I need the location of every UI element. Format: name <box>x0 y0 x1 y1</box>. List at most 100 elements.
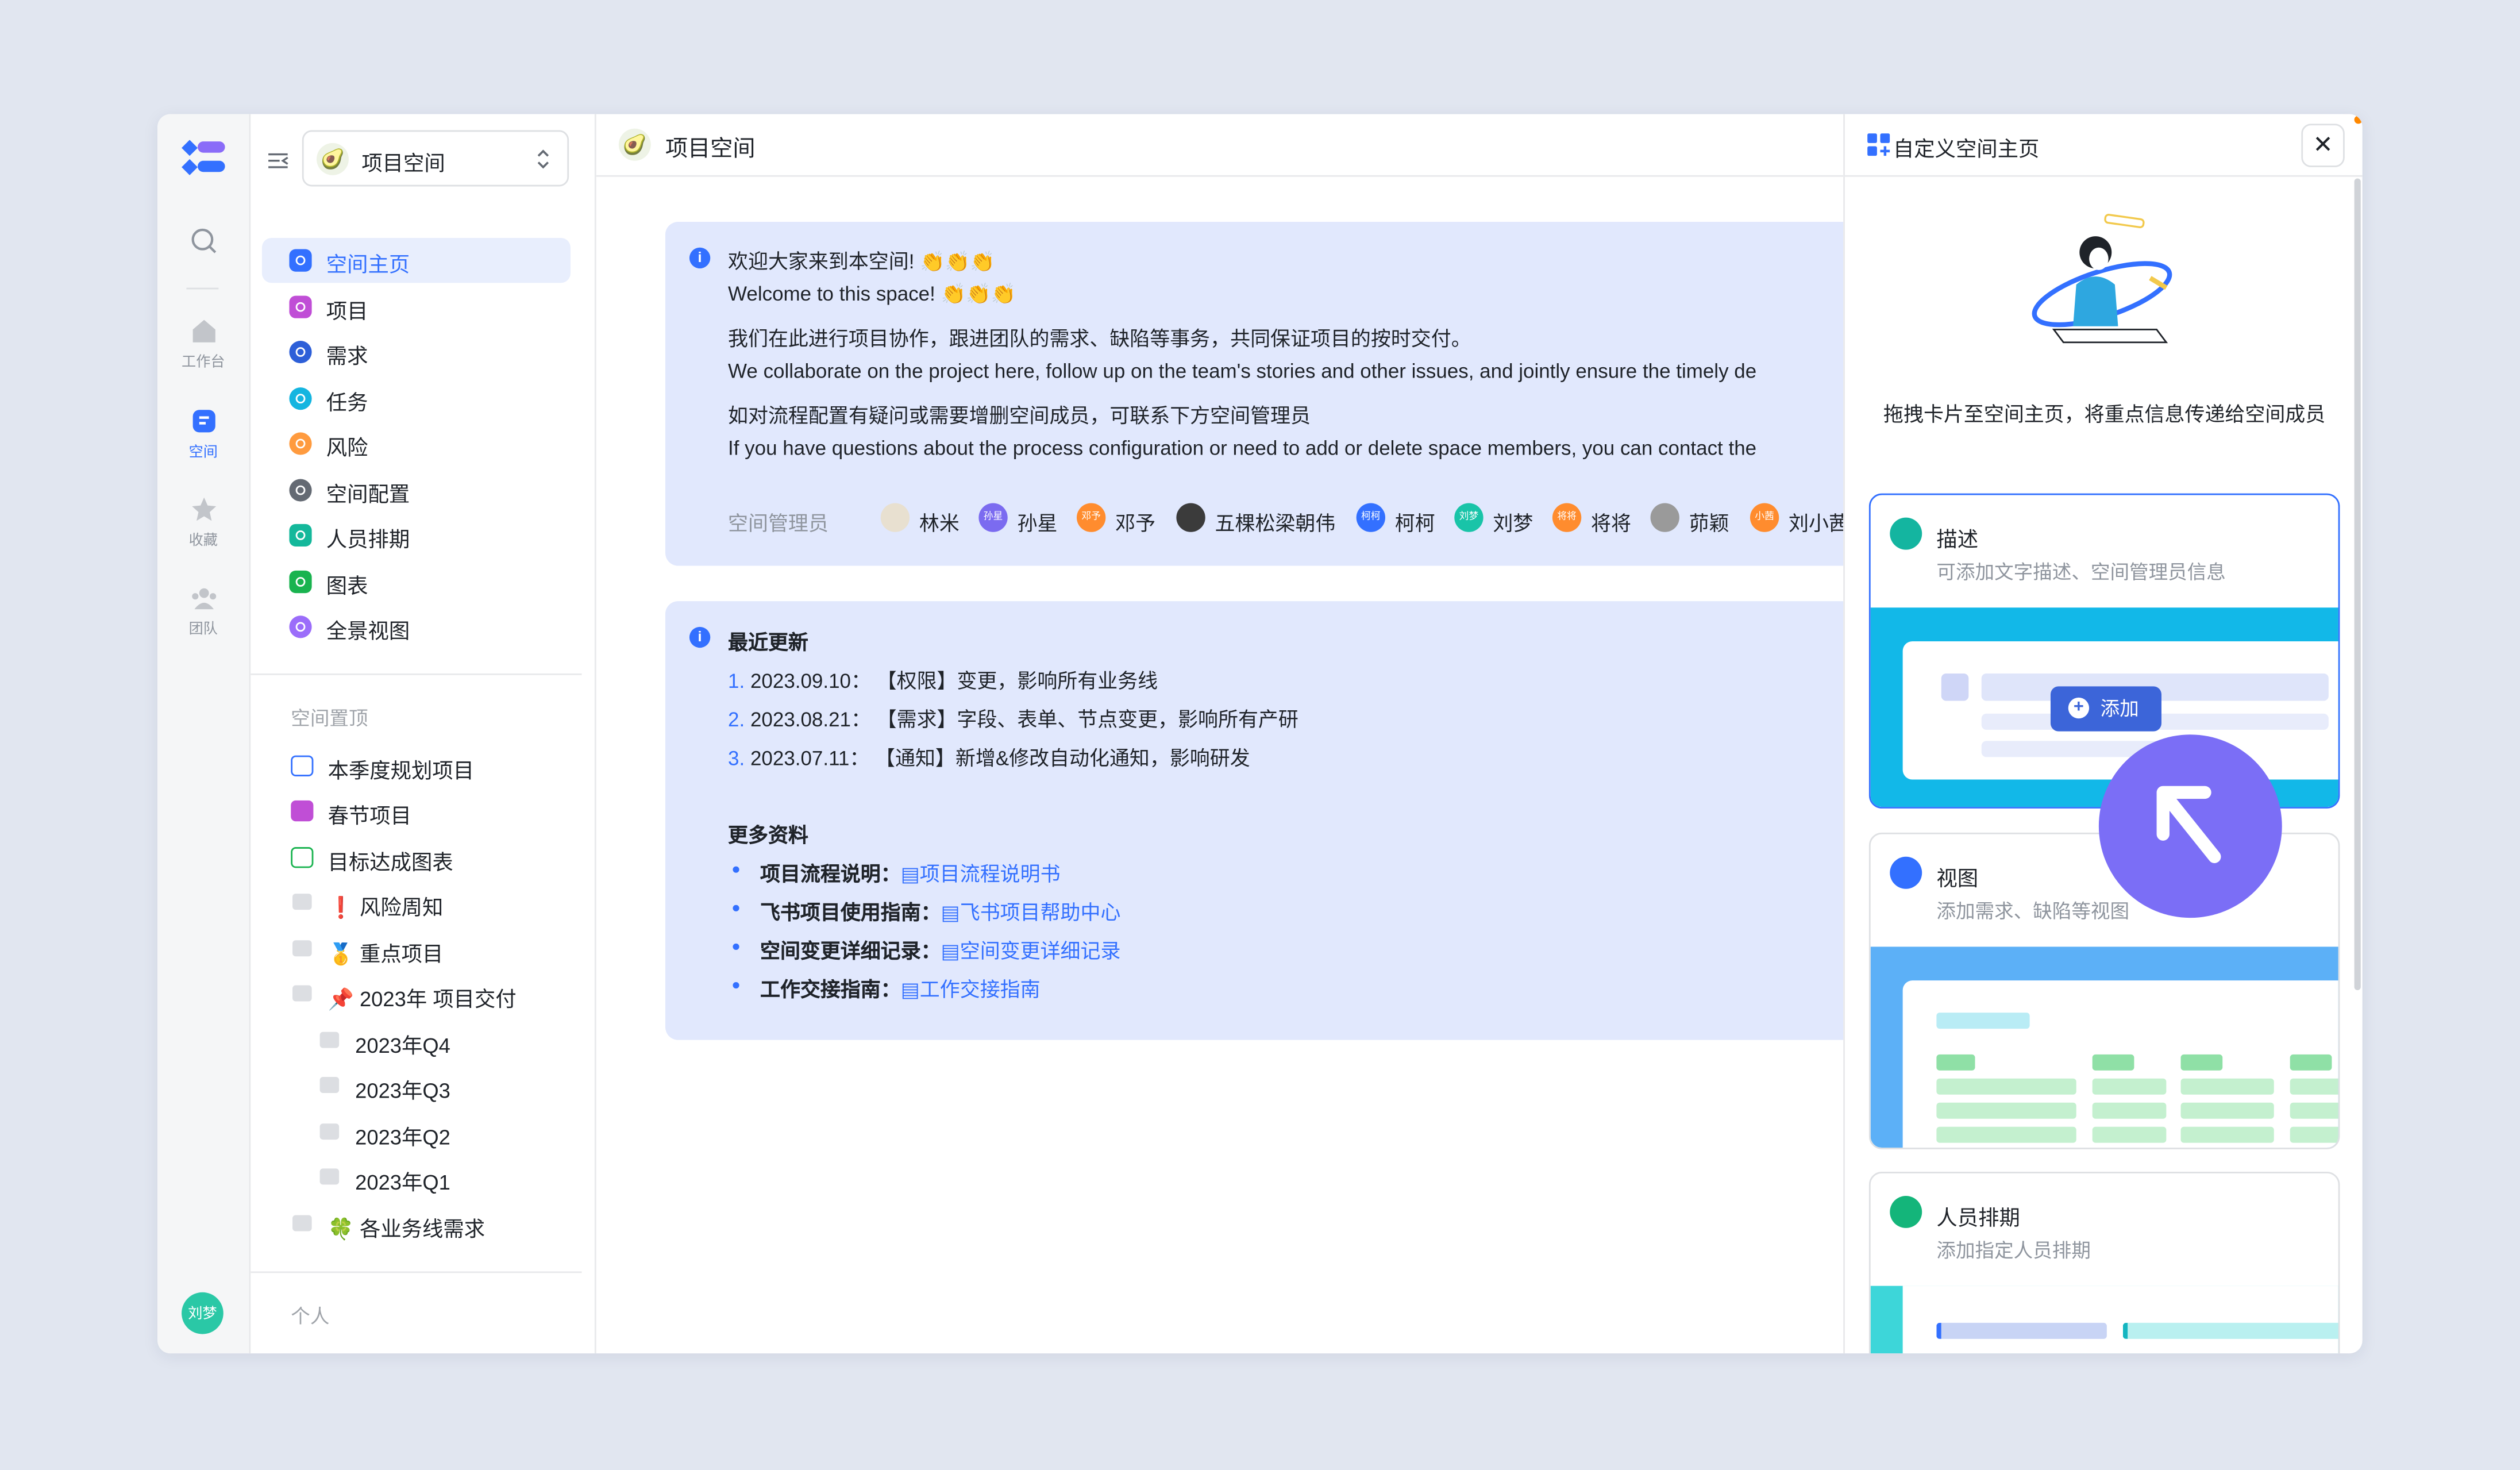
welcome-line: We collaborate on the project here, foll… <box>728 360 1757 383</box>
panorama-icon <box>289 615 312 638</box>
list-view-icon <box>291 847 314 868</box>
search-icon <box>191 228 215 253</box>
avatar: 孙星 <box>978 503 1008 532</box>
panel-scrollbar[interactable] <box>2354 178 2361 990</box>
customize-panel: 自定义空间主页 ✕ 拖拽卡片至空间主页，将重点信息传递给空间成员 描述 可添加文… <box>1843 114 2363 1354</box>
welcome-line: Welcome to this space! 👏👏👏 <box>728 283 1016 306</box>
preview-line <box>2290 1102 2338 1119</box>
widget-card-schedule[interactable]: 人员排期 添加指定人员排期 <box>1868 1172 2340 1354</box>
folder-icon <box>292 940 312 957</box>
search-button[interactable] <box>157 226 249 260</box>
preview-line <box>1936 1078 2076 1095</box>
task-icon <box>289 387 312 410</box>
preview-line <box>2122 1322 2338 1339</box>
collapse-sidebar-icon[interactable] <box>267 149 289 172</box>
preview-line <box>2180 1054 2223 1071</box>
card-preview <box>1870 1286 2338 1354</box>
nav-item-home[interactable]: 空间主页 <box>261 237 571 283</box>
home-icon <box>192 320 215 343</box>
home-page-icon <box>289 249 312 272</box>
folder-icon <box>292 894 312 910</box>
rail-item-favorites[interactable]: 收藏 <box>157 495 249 549</box>
preview-line <box>2290 1054 2332 1071</box>
resource-item: 工作交接指南：▤工作交接指南 <box>760 979 1041 1002</box>
team-icon <box>191 588 215 610</box>
avatar: 小茜 <box>1750 503 1779 532</box>
preview-sheet <box>1902 1286 2338 1354</box>
nav-item-risks[interactable]: 风险 <box>262 421 571 466</box>
avatar: 邓予 <box>1076 503 1106 532</box>
preview-line <box>2092 1102 2167 1119</box>
settings-icon <box>289 479 312 502</box>
folder-icon <box>292 985 312 1002</box>
doc-link[interactable]: ▤项目流程说明书 <box>901 863 1061 886</box>
info-icon: i <box>689 247 711 269</box>
avatar <box>1176 503 1205 532</box>
app-window: 工作台 空间 收藏 团队 刘梦 🥑 项目空间 空间主页 项目 需求 任务 风险 … <box>157 114 2363 1354</box>
view-list-icon <box>1890 856 1922 889</box>
doc-link[interactable]: ▤空间变更详细记录 <box>941 940 1121 963</box>
space-selector[interactable]: 🥑 项目空间 <box>302 130 569 187</box>
space-avatar-icon: 🥑 <box>317 143 349 175</box>
rail-item-team[interactable]: 团队 <box>157 583 249 638</box>
chart-icon <box>289 570 312 594</box>
more-title: 更多资料 <box>728 824 808 848</box>
preview-line <box>2092 1078 2167 1095</box>
preview-line <box>1936 1013 2030 1029</box>
preview-sheet <box>1902 980 2338 1148</box>
space-sidebar: 🥑 项目空间 空间主页 项目 需求 任务 风险 空间配置 人员排期 图表 全景视… <box>251 114 596 1354</box>
rail-item-space[interactable]: 空间 <box>157 407 249 461</box>
doc-link[interactable]: ▤工作交接指南 <box>901 979 1041 1001</box>
space-avatar-icon: 🥑 <box>618 128 651 161</box>
requirement-icon <box>289 340 312 364</box>
notification-dot <box>2354 116 2363 124</box>
personal-section-title: 个人 <box>291 1305 330 1328</box>
nav-item-panorama[interactable]: 全景视图 <box>262 605 571 649</box>
bullet <box>733 905 739 911</box>
welcome-card: i 欢迎大家来到本空间! 👏👏👏 Welcome to this space! … <box>665 221 1844 566</box>
app-logo-icon <box>182 140 225 175</box>
close-button[interactable]: ✕ <box>2301 124 2345 167</box>
folder-icon <box>319 1123 340 1140</box>
nav-item-space-config[interactable]: 空间配置 <box>262 468 571 513</box>
sidebar-divider <box>251 673 582 675</box>
user-avatar[interactable]: 刘梦 <box>182 1292 224 1334</box>
folder-icon <box>319 1168 340 1185</box>
folder-icon <box>319 1032 340 1048</box>
nav-item-requirements[interactable]: 需求 <box>262 329 571 374</box>
schedule-icon <box>289 524 312 547</box>
global-rail: 工作台 空间 收藏 团队 刘梦 <box>157 114 251 1354</box>
close-icon: ✕ <box>2313 132 2333 159</box>
doc-link[interactable]: ▤飞书项目帮助中心 <box>941 902 1121 924</box>
panel-title: 自定义空间主页 <box>1893 136 2040 161</box>
info-icon: i <box>689 626 711 648</box>
add-button[interactable]: + 添加 <box>2050 686 2161 732</box>
page-title: 项目空间 <box>665 134 756 161</box>
risk-icon <box>289 432 312 455</box>
avatar: 柯柯 <box>1356 503 1386 532</box>
star-icon <box>191 497 215 521</box>
widgets-icon <box>1867 133 1890 156</box>
avatar: 刘梦 <box>1454 503 1484 532</box>
main-content: 🥑 项目空间 i 欢迎大家来到本空间! 👏👏👏 Welcome to this … <box>596 114 1844 1353</box>
preview-line <box>1936 1054 1975 1071</box>
chevron-updown-icon <box>537 149 549 169</box>
bullet <box>733 866 739 873</box>
nav-item-projects[interactable]: 项目 <box>262 284 571 329</box>
avatar: 将将 <box>1552 503 1582 532</box>
nav-item-tasks[interactable]: 任务 <box>262 376 571 421</box>
nav-item-schedule[interactable]: 人员排期 <box>262 513 571 557</box>
illustration-image <box>2032 214 2172 344</box>
folder-icon <box>292 1215 312 1232</box>
project-icon <box>289 295 312 318</box>
preview-line <box>1936 1126 2076 1143</box>
preview-line <box>2290 1078 2338 1095</box>
rail-item-workbench[interactable]: 工作台 <box>157 317 249 371</box>
updates-card: i 最近更新 1. 2023.09.10： 【权限】变更，影响所有业务线 2. … <box>665 601 1844 1040</box>
drag-cursor-indicator <box>2098 734 2282 918</box>
welcome-line: 欢迎大家来到本空间! 👏👏👏 <box>728 251 995 274</box>
list-view-icon <box>291 755 314 776</box>
nav-item-charts[interactable]: 图表 <box>262 559 571 604</box>
folder-icon <box>319 1076 340 1093</box>
preview-line <box>2180 1078 2274 1095</box>
